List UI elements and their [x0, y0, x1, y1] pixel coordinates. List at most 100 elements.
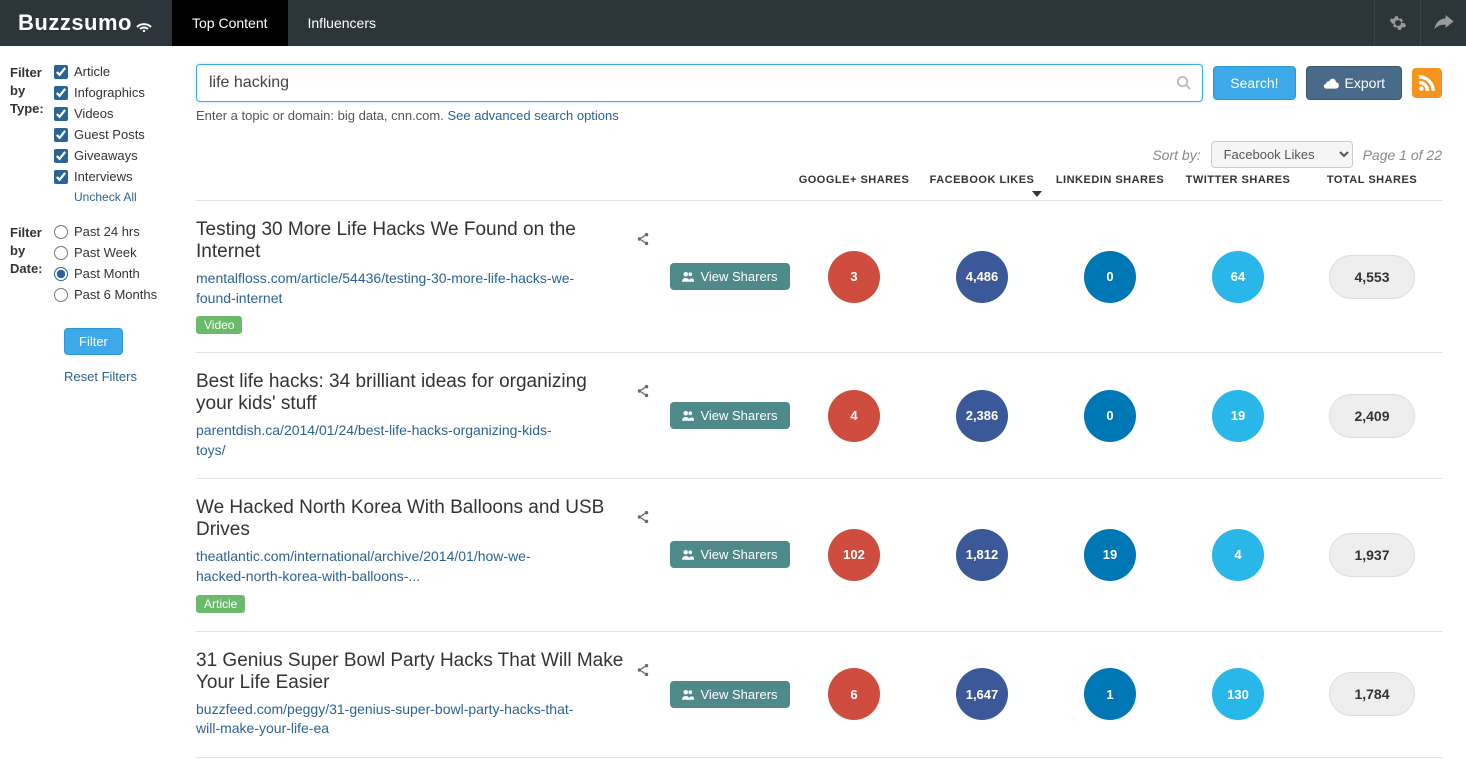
checkbox-icon[interactable] [54, 65, 68, 79]
table-row: Testing 30 More Life Hacks We Found on t… [196, 201, 1442, 353]
share-button[interactable] [1420, 0, 1466, 46]
hint-text: Enter a topic or domain: big data, cnn.c… [196, 108, 447, 123]
search-hint: Enter a topic or domain: big data, cnn.c… [196, 108, 1442, 123]
twitter-shares-count: 4 [1212, 529, 1264, 581]
col-total[interactable]: TOTAL SHARES [1302, 174, 1442, 186]
filter-type-label: Interviews [74, 169, 133, 184]
main-content: Search! Export Enter a topic or domain: … [178, 46, 1466, 776]
page-info: Page 1 of 22 [1363, 147, 1442, 163]
table-row: 31 Genius Super Bowl Party Hacks That Wi… [196, 632, 1442, 758]
table-row: Best life hacks: 34 brilliant ideas for … [196, 353, 1442, 479]
result-url[interactable]: parentdish.ca/2014/01/24/best-life-hacks… [196, 421, 576, 460]
facebook-likes-count: 2,386 [956, 390, 1008, 442]
col-facebook[interactable]: FACEBOOK LIKES [918, 174, 1046, 186]
settings-button[interactable] [1374, 0, 1420, 46]
total-shares-count: 1,784 [1329, 672, 1415, 716]
radio-icon[interactable] [54, 267, 68, 281]
col-twitter[interactable]: TWITTER SHARES [1174, 174, 1302, 186]
rss-button[interactable] [1412, 68, 1442, 98]
share-icon[interactable] [636, 661, 650, 683]
share-icon[interactable] [636, 382, 650, 404]
google-shares-count: 6 [828, 668, 880, 720]
result-title[interactable]: 31 Genius Super Bowl Party Hacks That Wi… [196, 650, 626, 694]
filter-type-label: Giveaways [74, 148, 138, 163]
filter-type-videos[interactable]: Videos [54, 106, 168, 121]
total-shares-count: 2,409 [1329, 394, 1415, 438]
tab-top-content[interactable]: Top Content [172, 0, 288, 46]
view-sharers-button[interactable]: View Sharers [670, 681, 789, 708]
result-url[interactable]: mentalfloss.com/article/54436/testing-30… [196, 269, 576, 308]
sort-select[interactable]: Facebook Likes [1211, 141, 1353, 168]
gear-icon [1389, 14, 1407, 32]
col-linkedin[interactable]: LINKEDIN SHARES [1046, 174, 1174, 186]
twitter-shares-count: 64 [1212, 251, 1264, 303]
facebook-likes-count: 1,812 [956, 529, 1008, 581]
table-row: We Hacked North Korea With Balloons and … [196, 479, 1442, 631]
twitter-shares-count: 19 [1212, 390, 1264, 442]
google-shares-count: 102 [828, 529, 880, 581]
export-button[interactable]: Export [1306, 66, 1402, 100]
checkbox-icon[interactable] [54, 86, 68, 100]
result-title[interactable]: Testing 30 More Life Hacks We Found on t… [196, 219, 626, 263]
share-icon[interactable] [636, 508, 650, 530]
result-title[interactable]: We Hacked North Korea With Balloons and … [196, 497, 626, 541]
google-shares-count: 3 [828, 251, 880, 303]
nav-right [1374, 0, 1466, 46]
view-sharers-button[interactable]: View Sharers [670, 541, 789, 568]
logo: Buzzsumo [0, 0, 172, 46]
share-icon[interactable] [636, 230, 650, 252]
wifi-icon [134, 13, 154, 33]
col-facebook-label: FACEBOOK LIKES [930, 174, 1035, 186]
search-input[interactable] [196, 64, 1203, 102]
filter-type-interviews[interactable]: Interviews [54, 169, 168, 184]
tab-influencers[interactable]: Influencers [288, 0, 396, 46]
filter-type-label: Article [74, 64, 110, 79]
checkbox-icon[interactable] [54, 128, 68, 142]
linkedin-shares-count: 0 [1084, 251, 1136, 303]
col-google[interactable]: GOOGLE+ SHARES [790, 174, 918, 186]
filter-date-past-month[interactable]: Past Month [54, 266, 168, 281]
table-header: GOOGLE+ SHARES FACEBOOK LIKES LINKEDIN S… [196, 174, 1442, 201]
filter-type-title: Filter by Type: [10, 64, 54, 204]
checkbox-icon[interactable] [54, 170, 68, 184]
filter-date-label: Past Month [74, 266, 140, 281]
uncheck-all-link[interactable]: Uncheck All [74, 190, 168, 204]
filter-type-giveaways[interactable]: Giveaways [54, 148, 168, 163]
filter-date-past-24-hrs[interactable]: Past 24 hrs [54, 224, 168, 239]
result-url[interactable]: buzzfeed.com/peggy/31-genius-super-bowl-… [196, 700, 576, 739]
reset-filters-link[interactable]: Reset Filters [64, 369, 168, 384]
filter-type-guest-posts[interactable]: Guest Posts [54, 127, 168, 142]
filter-date-past-week[interactable]: Past Week [54, 245, 168, 260]
radio-icon[interactable] [54, 288, 68, 302]
checkbox-icon[interactable] [54, 149, 68, 163]
top-nav: Buzzsumo Top Content Influencers [0, 0, 1466, 46]
facebook-likes-count: 1,647 [956, 668, 1008, 720]
twitter-shares-count: 130 [1212, 668, 1264, 720]
export-label: Export [1345, 75, 1385, 91]
radio-icon[interactable] [54, 246, 68, 260]
nav-tabs: Top Content Influencers [172, 0, 396, 46]
search-button[interactable]: Search! [1213, 66, 1295, 100]
filter-date-past-6-months[interactable]: Past 6 Months [54, 287, 168, 302]
linkedin-shares-count: 19 [1084, 529, 1136, 581]
result-title[interactable]: Best life hacks: 34 brilliant ideas for … [196, 371, 626, 415]
filter-type-label: Infographics [74, 85, 145, 100]
filter-date-label: Past Week [74, 245, 137, 260]
filter-type-article[interactable]: Article [54, 64, 168, 79]
filter-type-infographics[interactable]: Infographics [54, 85, 168, 100]
view-sharers-label: View Sharers [700, 687, 777, 702]
advanced-search-link[interactable]: See advanced search options [447, 108, 618, 123]
brand-text: Buzzsumo [18, 10, 132, 36]
share-arrow-icon [1434, 15, 1454, 31]
filter-button[interactable]: Filter [64, 328, 123, 355]
search-icon[interactable] [1176, 75, 1191, 93]
result-url[interactable]: theatlantic.com/international/archive/20… [196, 547, 576, 586]
radio-icon[interactable] [54, 225, 68, 239]
view-sharers-button[interactable]: View Sharers [670, 263, 789, 290]
cloud-icon [1323, 77, 1339, 89]
total-shares-count: 4,553 [1329, 255, 1415, 299]
sidebar: Filter by Type: Article Infographics Video… [0, 46, 178, 776]
view-sharers-button[interactable]: View Sharers [670, 402, 789, 429]
checkbox-icon[interactable] [54, 107, 68, 121]
content-tag: Video [196, 316, 242, 334]
